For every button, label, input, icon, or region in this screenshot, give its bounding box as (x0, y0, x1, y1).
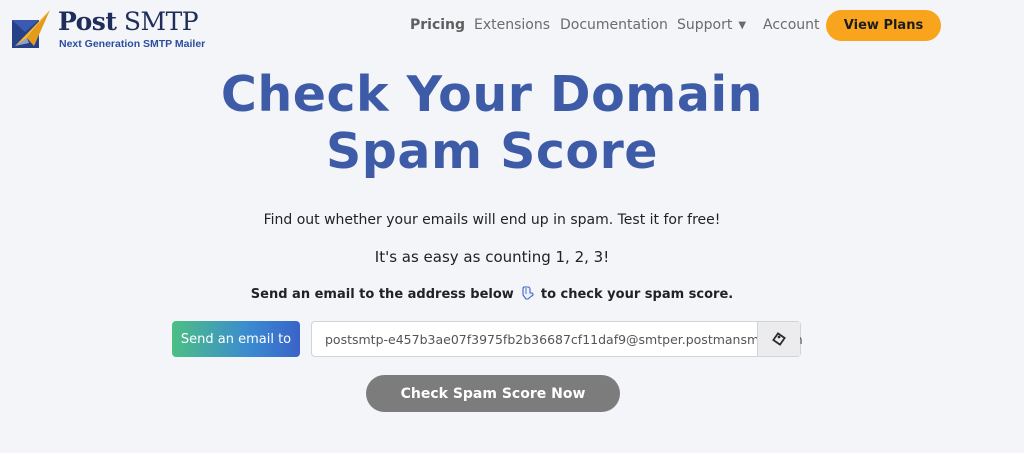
instruction-after: to check your spam score. (540, 287, 734, 302)
caret-down-icon: ▼ (738, 20, 747, 31)
nav-extensions[interactable]: Extensions (474, 17, 550, 33)
post-smtp-logo[interactable]: Post SMTP Next Generation SMTP Mailer (12, 7, 212, 51)
nav-support-label: Support (677, 17, 733, 33)
site-header: Post SMTP Next Generation SMTP Mailer Pr… (0, 0, 1024, 52)
send-email-button[interactable]: Send an email to (172, 321, 300, 357)
nav-documentation[interactable]: Documentation (560, 17, 668, 33)
nav-account[interactable]: Account (763, 17, 820, 33)
pointing-hand-down-icon (522, 286, 534, 300)
view-plans-button[interactable]: View Plans (826, 10, 941, 41)
test-email-address[interactable]: postsmtp-e457b3ae07f3975fb2b36687cf11daf… (325, 332, 803, 347)
instruction-text: Send an email to the address below to ch… (0, 286, 984, 302)
page-title-line-1: Check Your Domain (220, 66, 764, 123)
instruction-before: Send an email to the address below (250, 287, 514, 302)
test-email-address-field[interactable]: postsmtp-e457b3ae07f3975fb2b36687cf11daf… (311, 321, 803, 357)
copy-address-button[interactable] (757, 322, 800, 356)
paper-plane-logo-icon (12, 10, 50, 48)
brand-name: Post SMTP (58, 7, 199, 36)
nav-support[interactable]: Support ▼ (677, 17, 746, 33)
nav-pricing[interactable]: Pricing (410, 17, 465, 33)
page-title-line-2: Spam Score (326, 123, 658, 180)
brand-tagline: Next Generation SMTP Mailer (59, 38, 206, 50)
page-title: Check Your Domain Spam Score (0, 66, 984, 180)
hero-subtitle: Find out whether your emails will end up… (263, 212, 721, 228)
check-spam-score-button[interactable]: Check Spam Score Now (366, 375, 620, 412)
hero-tagline: It's as easy as counting 1, 2, 3! (374, 248, 610, 266)
copy-tag-icon (772, 332, 786, 346)
